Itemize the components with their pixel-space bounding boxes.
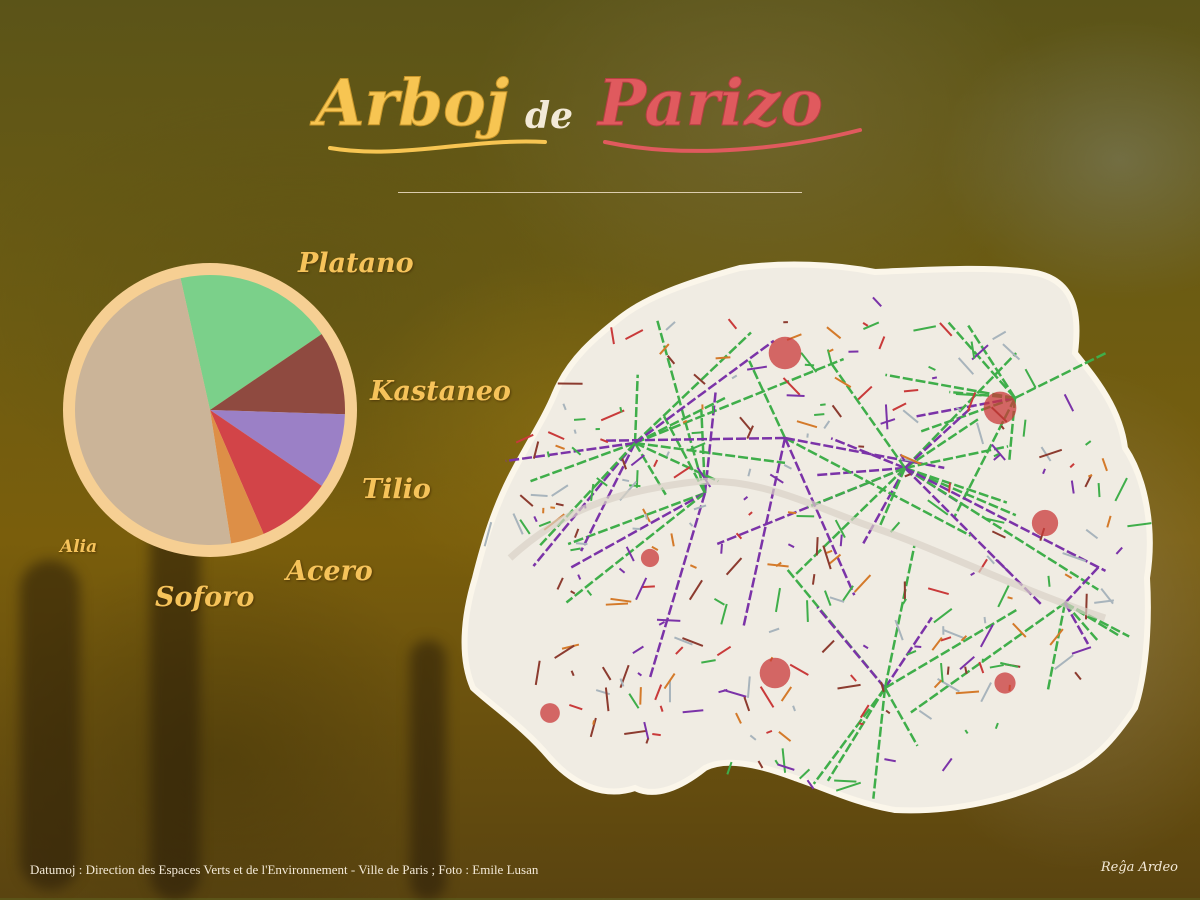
data-credit: Datumoj : Direction des Espaces Verts et… xyxy=(30,862,538,878)
map-tree-segment xyxy=(787,395,805,396)
map-tree-segment xyxy=(576,543,587,544)
map-tree-segment xyxy=(620,407,621,412)
paris-map-svg xyxy=(455,258,1155,818)
map-tree-segment xyxy=(531,495,548,496)
map-tree-segment xyxy=(548,452,549,458)
map-park-patch xyxy=(769,337,802,370)
map-tree-segment xyxy=(817,537,818,555)
title-part-arboj: Arboj xyxy=(310,66,509,141)
map-tree-segment xyxy=(574,419,585,420)
title-part-parizo: Parizo xyxy=(596,66,823,141)
map-tree-segment xyxy=(716,357,731,358)
map-tree-segment xyxy=(965,667,966,674)
map-park-patch xyxy=(641,549,659,567)
map-tree-segment xyxy=(841,535,842,547)
map-tree-segment xyxy=(637,470,638,488)
map-tree-segment xyxy=(788,512,796,513)
map-park-patch xyxy=(1032,510,1058,536)
author-signature: Reĝa Ardeo xyxy=(1101,860,1178,875)
paris-tree-map xyxy=(455,258,1155,818)
map-tree-segment xyxy=(914,646,921,647)
map-tree-segment xyxy=(593,720,594,724)
map-tree-segment xyxy=(948,667,949,675)
map-park-patch xyxy=(540,703,560,723)
map-tree-segment xyxy=(985,617,986,623)
map-tree-segment xyxy=(949,483,950,493)
map-tree-segment xyxy=(721,544,722,554)
map-tree-segment xyxy=(629,485,640,486)
map-tree-segment xyxy=(1048,576,1049,587)
map-tree-segment xyxy=(1086,594,1087,620)
pie-label-acero: Acero xyxy=(286,556,373,587)
pie-label-platano: Platano xyxy=(298,248,414,279)
title-divider xyxy=(398,192,802,193)
pie-label-alia: Alia xyxy=(60,537,97,557)
pie-label-tilio: Tilio xyxy=(362,474,431,505)
map-tree-segment xyxy=(575,430,576,434)
background-trunk xyxy=(20,560,80,890)
map-tree-segment xyxy=(805,365,814,366)
map-tree-segment xyxy=(807,600,808,622)
map-park-patch xyxy=(984,392,1017,425)
map-tree-segment xyxy=(692,432,702,433)
title-swash-left xyxy=(330,142,545,152)
map-tree-segment xyxy=(1008,597,1013,598)
map-tree-segment xyxy=(622,480,629,481)
map-tree-segment xyxy=(606,603,628,604)
map-outline xyxy=(465,265,1150,811)
map-tree-segment xyxy=(904,390,918,391)
pie-label-soforo: Soforo xyxy=(155,582,254,613)
map-tree-segment xyxy=(834,781,856,782)
background-trunk xyxy=(410,640,446,900)
map-park-patch xyxy=(760,658,791,689)
map-tree-segment xyxy=(932,377,937,378)
map-tree-segment xyxy=(814,414,824,415)
map-tree-segment xyxy=(820,404,825,405)
page-title: Arboj de Parizo xyxy=(0,20,1200,170)
map-tree-segment xyxy=(657,620,680,621)
map-tree-segment xyxy=(641,586,654,587)
map-tree-segment xyxy=(1099,483,1100,497)
map-park-patch xyxy=(994,672,1015,693)
map-tree-segment xyxy=(640,687,641,705)
pie-slices xyxy=(75,275,345,545)
map-tree-segment xyxy=(652,734,660,735)
title-part-de: de xyxy=(525,95,573,137)
map-tree-segment xyxy=(859,723,864,724)
